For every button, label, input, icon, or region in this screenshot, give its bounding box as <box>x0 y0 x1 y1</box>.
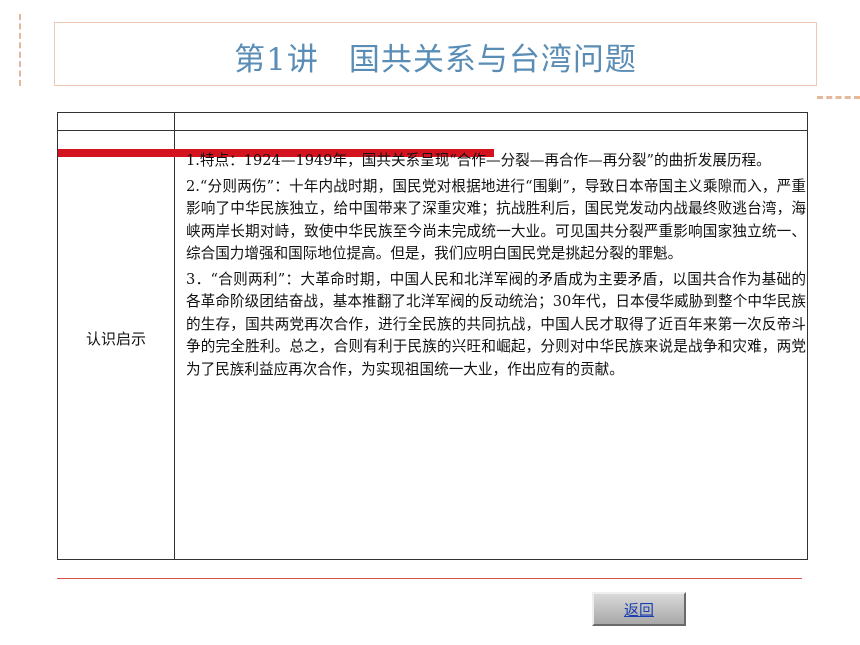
table-header-row-divider <box>58 130 807 131</box>
title-lecture-number: 第1讲 <box>234 42 319 78</box>
return-button-label[interactable]: 返回 <box>624 599 654 620</box>
content-table: 认识启示 1.特点：1924—1949年，国共关系呈现“合作—分裂—再合作—再分… <box>57 112 808 560</box>
row-label: 认识启示 <box>85 330 146 348</box>
title-box: 第1讲 国共关系与台湾问题 <box>54 22 817 86</box>
title-topic: 国共关系与台湾问题 <box>348 42 637 78</box>
page-title: 第1讲 国共关系与台湾问题 <box>55 34 816 79</box>
return-button[interactable]: 返回 <box>592 592 686 626</box>
paragraph-cooperation-benefits: 3．“合则两利”：大革命时期，中国人民和北洋军阀的矛盾成为主要矛盾，以国共合作为… <box>186 270 806 378</box>
paragraph-characteristics: 1.特点：1924—1949年，国共关系呈现“合作—分裂—再合作—再分裂”的曲折… <box>186 152 771 169</box>
footer-divider <box>57 578 802 579</box>
decorative-dashed-line-right <box>817 96 860 99</box>
decorative-dashed-line-left <box>19 14 21 86</box>
table-column-divider <box>174 113 175 559</box>
content-cell: 1.特点：1924—1949年，国共关系呈现“合作—分裂—再合作—再分裂”的曲折… <box>186 150 806 384</box>
paragraph-division-harms: 2.“分则两伤”：十年内战时期，国民党对根据地进行“围剿”，导致日本帝国主义乘隙… <box>186 177 806 263</box>
